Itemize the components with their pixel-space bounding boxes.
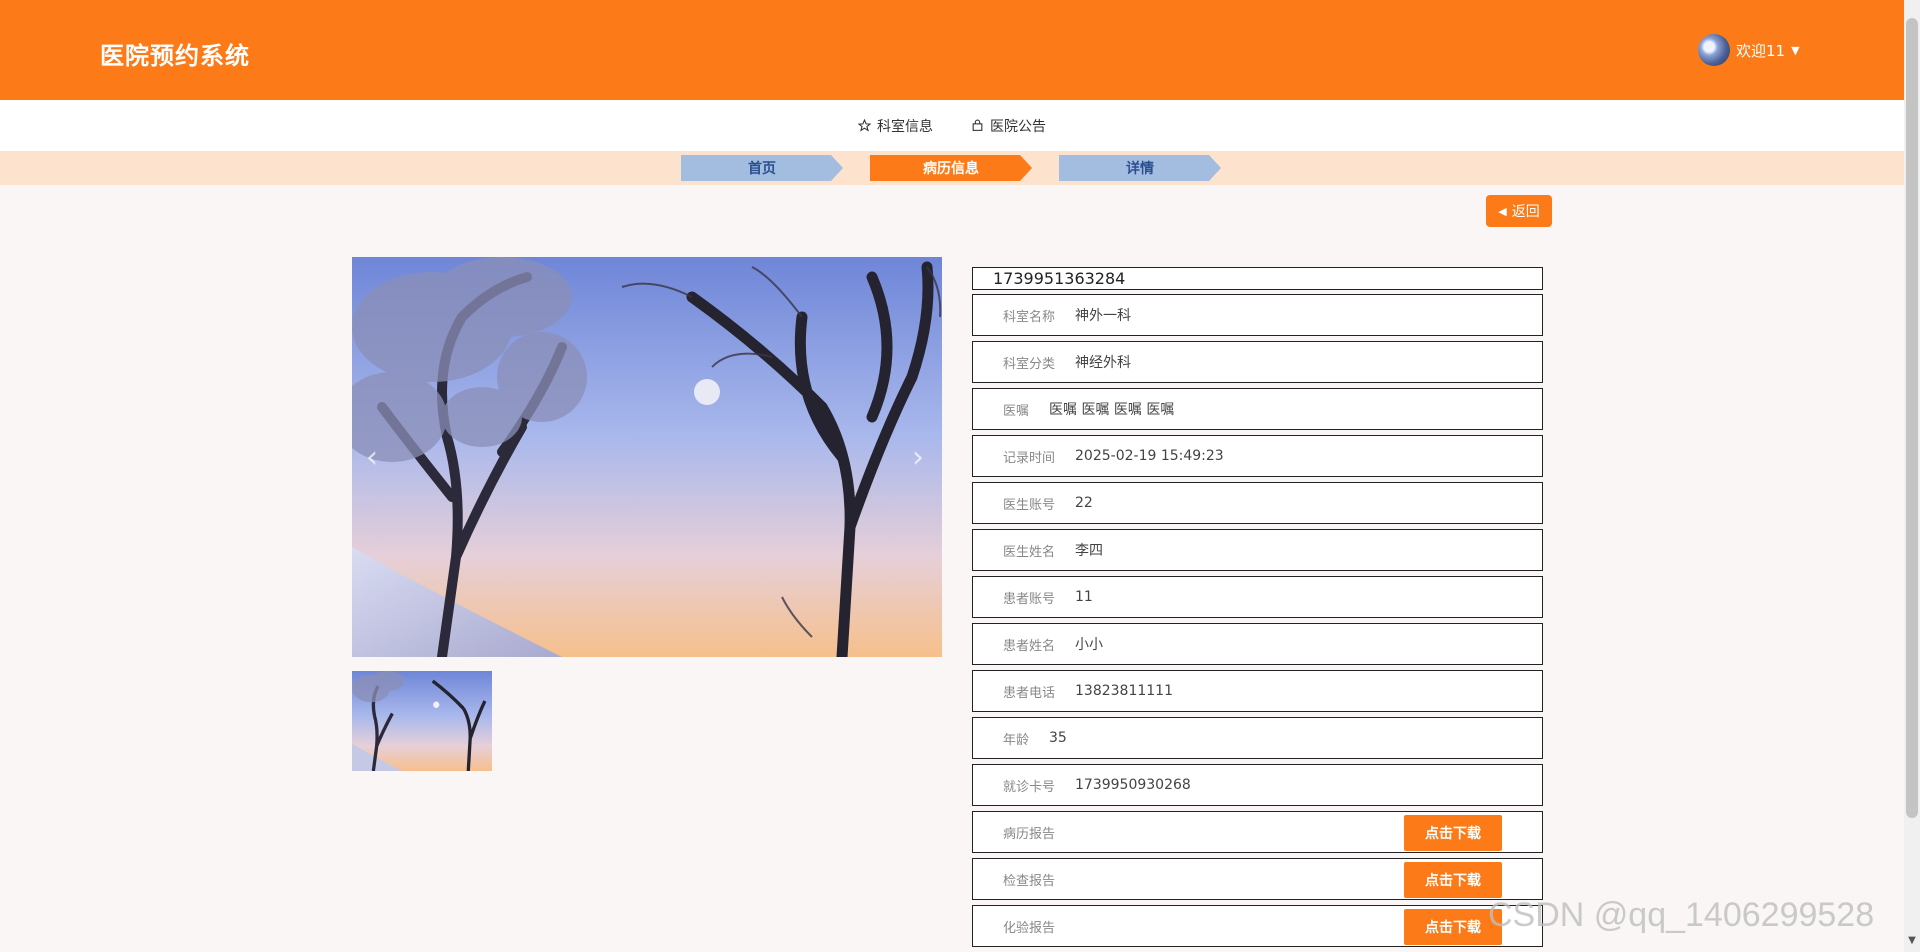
field-value: 神经外科 bbox=[1075, 355, 1132, 371]
field-label: 患者电话 bbox=[1003, 685, 1056, 701]
field-value: 11 bbox=[1075, 589, 1093, 605]
record-image-carousel[interactable]: ‹ › bbox=[352, 257, 942, 657]
field-row: 患者账号 11 bbox=[972, 576, 1543, 618]
field-row: 年龄 35 bbox=[972, 717, 1543, 759]
nav-item-label: 医院公告 bbox=[990, 118, 1046, 135]
field-row: 患者电话 13823811111 bbox=[972, 670, 1543, 712]
field-row: 医嘱 医嘱 医嘱 医嘱 医嘱 bbox=[972, 388, 1543, 430]
report-row: 检查报告 点击下载 bbox=[972, 858, 1543, 900]
nav-item-announcements[interactable]: 医院公告 bbox=[971, 116, 1046, 136]
field-value: 小小 bbox=[1075, 637, 1104, 653]
field-row: 记录时间 2025-02-19 15:49:23 bbox=[972, 435, 1543, 477]
caret-left-icon: ◀ bbox=[1498, 204, 1507, 218]
field-value: 李四 bbox=[1075, 543, 1104, 559]
field-label: 科室名称 bbox=[1003, 309, 1056, 325]
star-icon bbox=[858, 119, 871, 132]
field-row: 医生姓名 李四 bbox=[972, 529, 1543, 571]
svg-text:›: › bbox=[912, 440, 924, 475]
top-nav: 科室信息 医院公告 bbox=[0, 100, 1904, 151]
field-value: 35 bbox=[1049, 730, 1067, 746]
breadcrumb-records[interactable]: 病历信息 bbox=[870, 155, 1032, 181]
scroll-down-arrow-icon[interactable]: ▼ bbox=[1906, 935, 1918, 947]
header-bar: 医院预约系统 欢迎11 ▼ bbox=[0, 0, 1904, 100]
caret-down-icon[interactable]: ▼ bbox=[1791, 44, 1799, 57]
nav-item-label: 科室信息 bbox=[877, 118, 933, 135]
field-row: 就诊卡号 1739950930268 bbox=[972, 764, 1543, 806]
field-label: 医嘱 bbox=[1003, 403, 1030, 419]
watermark: CSDN @qq_1406299528 bbox=[1488, 896, 1875, 934]
field-label: 患者账号 bbox=[1003, 591, 1056, 607]
report-label: 病历报告 bbox=[1003, 826, 1056, 842]
report-label: 化验报告 bbox=[1003, 920, 1056, 936]
field-value: 2025-02-19 15:49:23 bbox=[1075, 448, 1224, 464]
field-label: 就诊卡号 bbox=[1003, 779, 1056, 795]
field-row: 医生账号 22 bbox=[972, 482, 1543, 524]
avatar[interactable] bbox=[1698, 34, 1730, 66]
field-value: 神外一科 bbox=[1075, 308, 1132, 324]
field-label: 患者姓名 bbox=[1003, 638, 1056, 654]
field-value: 1739950930268 bbox=[1075, 777, 1191, 793]
field-value: 22 bbox=[1075, 495, 1093, 511]
report-row: 化验报告 点击下载 bbox=[972, 905, 1543, 947]
download-medical-report-button[interactable]: 点击下载 bbox=[1404, 815, 1502, 851]
download-exam-report-button[interactable]: 点击下载 bbox=[1404, 862, 1502, 898]
image-thumbnail[interactable] bbox=[352, 671, 492, 771]
breadcrumb-home[interactable]: 首页 bbox=[681, 155, 843, 181]
bag-icon bbox=[972, 119, 983, 131]
user-greeting[interactable]: 欢迎11 bbox=[1736, 40, 1785, 61]
svg-text:‹: ‹ bbox=[366, 440, 378, 475]
field-label: 年龄 bbox=[1003, 732, 1030, 748]
scrollbar-thumb[interactable] bbox=[1906, 18, 1918, 818]
thumbnail-photo bbox=[352, 671, 492, 771]
nav-item-departments[interactable]: 科室信息 bbox=[858, 116, 933, 136]
user-menu[interactable]: 欢迎11 ▼ bbox=[1698, 33, 1800, 67]
breadcrumb-detail: 详情 bbox=[1059, 155, 1221, 181]
field-label: 科室分类 bbox=[1003, 356, 1056, 372]
report-label: 检查报告 bbox=[1003, 873, 1056, 889]
field-row: 科室名称 神外一科 bbox=[972, 294, 1543, 336]
main-photo: ‹ › bbox=[352, 257, 942, 657]
field-value: 医嘱 医嘱 医嘱 医嘱 bbox=[1049, 402, 1175, 418]
field-row: 科室分类 神经外科 bbox=[972, 341, 1543, 383]
field-label: 记录时间 bbox=[1003, 450, 1056, 466]
record-detail-panel: 1739951363284 科室名称 神外一科 科室分类 神经外科 医嘱 医嘱 … bbox=[972, 267, 1543, 947]
field-row: 患者姓名 小小 bbox=[972, 623, 1543, 665]
field-label: 医生账号 bbox=[1003, 497, 1056, 513]
report-row: 病历报告 点击下载 bbox=[972, 811, 1543, 853]
back-label: 返回 bbox=[1511, 204, 1540, 220]
record-id: 1739951363284 bbox=[972, 267, 1543, 290]
field-value: 13823811111 bbox=[1075, 683, 1173, 699]
field-label: 医生姓名 bbox=[1003, 544, 1056, 560]
breadcrumb: 首页 病历信息 详情 bbox=[0, 151, 1904, 185]
app-title: 医院预约系统 bbox=[100, 42, 250, 70]
back-button[interactable]: ◀ 返回 bbox=[1486, 195, 1552, 227]
